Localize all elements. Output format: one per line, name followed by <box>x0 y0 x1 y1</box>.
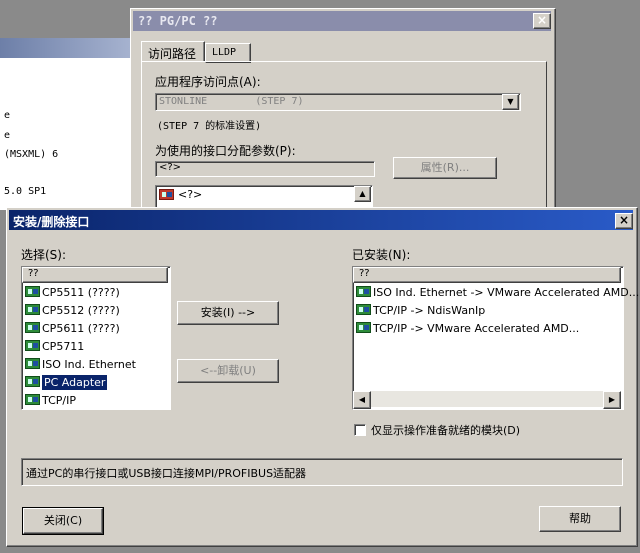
tab-access-path[interactable]: 访问路径 <box>141 41 205 62</box>
interface-card-icon <box>25 394 40 405</box>
interface-card-icon <box>356 322 371 333</box>
interface-card-icon <box>25 340 40 351</box>
access-point-value: STONLINE (STEP 7) <box>159 96 304 107</box>
select-list-item[interactable]: TCP/IP <box>23 392 167 410</box>
select-list-item-label: CP5611 (????) <box>42 322 120 335</box>
interface-param-label: 为使用的接口分配参数(P): <box>155 144 296 158</box>
help-button-label: 帮助 <box>569 512 591 525</box>
installed-list-header[interactable]: ?? <box>353 267 621 283</box>
installed-list-item[interactable]: ISO Ind. Ethernet -> VMware Accelerated … <box>354 284 639 302</box>
interface-card-icon <box>356 304 371 315</box>
uninstall-button[interactable]: <--卸载(U) <box>177 359 279 383</box>
installed-list[interactable]: ?? ISO Ind. Ethernet -> VMware Accelerat… <box>352 266 639 410</box>
installed-label: 已安装(N): <box>352 248 411 262</box>
installed-list-item-label: TCP/IP -> VMware Accelerated AMD... <box>373 322 580 335</box>
tab-lldp-label: LLDP <box>212 47 237 58</box>
bg-line-2: e <box>4 130 11 141</box>
scroll-left-icon[interactable]: ◀ <box>353 391 371 409</box>
select-list-item[interactable]: CP5611 (????) <box>23 320 167 338</box>
uninstall-button-label: <--卸载(U) <box>200 364 256 377</box>
select-list-item[interactable]: PC Adapter <box>23 374 167 392</box>
ready-only-checkbox[interactable] <box>354 424 366 436</box>
select-list[interactable]: ?? CP5511 (????) CP5512 (????) CP5611 (???… <box>21 266 171 410</box>
interface-param-value: <?> <box>159 162 182 173</box>
select-label: 选择(S): <box>21 248 67 262</box>
installed-list-item[interactable]: TCP/IP -> VMware Accelerated AMD... <box>354 320 620 338</box>
install-dialog: 安装/删除接口 × 选择(S): ?? CP5511 (????) CP5512 … <box>6 207 639 547</box>
ready-only-label: 仅显示操作准备就绪的模块(D) <box>371 424 521 437</box>
pgpc-close-icon[interactable]: × <box>533 13 551 29</box>
install-close-icon[interactable]: × <box>615 213 633 229</box>
interface-card-icon <box>25 376 40 387</box>
installed-list-item[interactable]: TCP/IP -> NdisWanIp <box>354 302 620 320</box>
pgpc-title: ?? PG/PC ?? <box>138 14 218 28</box>
access-point-select[interactable]: STONLINE (STEP 7) ▼ <box>155 93 521 111</box>
access-point-label: 应用程序访问点(A): <box>155 75 261 89</box>
installed-header-label: ?? <box>359 268 370 279</box>
select-list-item-label: TCP/IP <box>42 394 76 407</box>
interface-card-icon <box>25 286 40 297</box>
description-box: 通过PC的串行接口或USB接口连接MPI/PROFIBUS适配器 <box>21 458 623 486</box>
select-list-item[interactable]: CP5711 <box>23 338 167 356</box>
select-list-item-label: CP5511 (????) <box>42 286 120 299</box>
select-list-item-label: CP5711 <box>42 340 85 353</box>
background-window: e e (MSXML) 6 5.0 SP1 <box>0 38 140 210</box>
bg-line-4: 5.0 SP1 <box>4 186 47 197</box>
select-list-item[interactable]: ISO Ind. Ethernet <box>23 356 167 374</box>
select-list-item-label: CP5512 (????) <box>42 304 120 317</box>
pgpc-titlebar: ?? PG/PC ?? × <box>133 11 551 31</box>
installed-items: ISO Ind. Ethernet -> VMware Accelerated … <box>354 284 639 338</box>
interface-card-icon <box>25 304 40 315</box>
help-button[interactable]: 帮助 <box>539 506 621 532</box>
properties-button-label: 属性(R)... <box>420 161 470 174</box>
properties-button[interactable]: 属性(R)... <box>393 157 497 179</box>
standard-setting-note: (STEP 7 的标准设置) <box>157 121 262 132</box>
close-button-label: 关闭(C) <box>43 514 83 527</box>
tab-lldp[interactable]: LLDP <box>205 43 251 63</box>
interface-card-icon <box>356 286 371 297</box>
install-button[interactable]: 安装(I) --> <box>177 301 279 325</box>
select-list-header[interactable]: ?? <box>22 267 168 283</box>
description-text: 通过PC的串行接口或USB接口连接MPI/PROFIBUS适配器 <box>26 467 307 480</box>
close-button[interactable]: 关闭(C) <box>22 507 104 535</box>
installed-list-item-label: ISO Ind. Ethernet -> VMware Accelerated … <box>373 286 640 299</box>
interface-card-icon <box>25 322 40 333</box>
select-list-item-label: ISO Ind. Ethernet <box>42 358 136 371</box>
select-list-item[interactable]: CP5512 (????) <box>23 302 167 320</box>
install-titlebar: 安装/删除接口 × <box>9 210 633 230</box>
pgpc-dialog: ?? PG/PC ?? × 访问路径 LLDP 应用程序访问点(A): STON… <box>130 8 556 218</box>
select-list-item[interactable]: CP5511 (????) <box>23 284 167 302</box>
installed-list-item-label: TCP/IP -> NdisWanIp <box>373 304 486 317</box>
install-title: 安装/删除接口 <box>13 215 90 229</box>
installed-hscrollbar[interactable]: ◀ ▶ <box>353 391 621 409</box>
select-items: CP5511 (????) CP5512 (????) CP5611 (????) C… <box>23 284 167 410</box>
access-point-dropdown-icon[interactable]: ▼ <box>502 94 519 110</box>
bg-line-1: e <box>4 110 11 121</box>
interface-list-scroll-up-icon[interactable]: ▲ <box>354 186 371 202</box>
bg-line-3: (MSXML) 6 <box>4 149 59 160</box>
interface-card-icon <box>25 358 40 369</box>
select-header-label: ?? <box>28 268 39 279</box>
interface-list-first-item: <?> <box>178 188 203 201</box>
background-window-header <box>0 38 140 58</box>
scroll-right-icon[interactable]: ▶ <box>603 391 621 409</box>
interface-red-icon <box>159 189 174 200</box>
tab-access-path-label: 访问路径 <box>148 47 197 61</box>
interface-param-field[interactable]: <?> <box>155 161 375 177</box>
select-list-item-label: PC Adapter <box>42 375 108 390</box>
install-button-label: 安装(I) --> <box>200 306 256 319</box>
